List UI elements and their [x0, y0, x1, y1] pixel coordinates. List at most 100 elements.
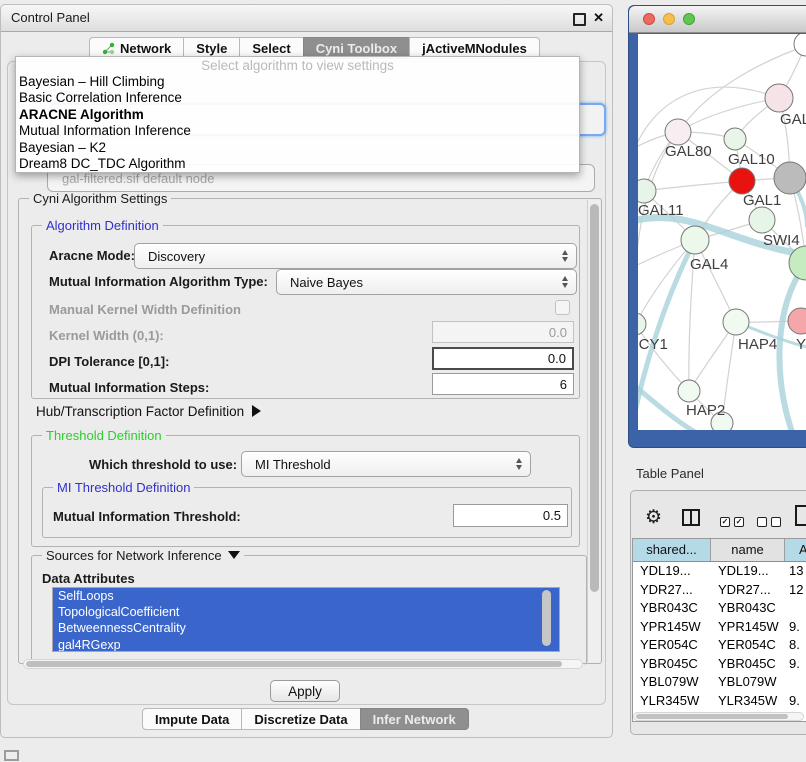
- mi-steps-label: Mutual Information Steps:: [49, 380, 209, 395]
- expander-expanded-icon: [228, 551, 240, 559]
- mi-steps-input[interactable]: [432, 373, 574, 395]
- column-header-a[interactable]: A: [785, 539, 806, 561]
- table-horizontal-scrollbar-thumb[interactable]: [636, 714, 788, 719]
- column-header-name[interactable]: name: [711, 539, 785, 561]
- unselect-all-columns-icon[interactable]: [757, 513, 785, 531]
- settings-horizontal-scrollbar[interactable]: [23, 659, 583, 669]
- minimize-traffic-light-icon[interactable]: [663, 13, 675, 25]
- close-traffic-light-icon[interactable]: [643, 13, 655, 25]
- network-node-hap2[interactable]: [678, 380, 700, 402]
- tab-label: Style: [196, 41, 227, 56]
- table-cell: YDL19...: [633, 562, 711, 581]
- network-node-y[interactable]: [788, 308, 806, 334]
- table-cell: YPR145W: [633, 618, 711, 637]
- network-graph: GALGAL80GAL10GAL1GAL11SWI4GAL4GCY1HAP4YH…: [638, 34, 806, 430]
- aracne-mode-combobox[interactable]: Discovery: [134, 243, 577, 269]
- table-row[interactable]: YER054CYER054C8.: [633, 636, 806, 655]
- column-header-shared[interactable]: shared...: [633, 539, 711, 561]
- table-cell: YBR043C: [633, 599, 711, 618]
- dpi-tolerance-input[interactable]: [432, 347, 574, 370]
- table-cell: [785, 673, 806, 692]
- document-icon[interactable]: [795, 505, 806, 526]
- table-row[interactable]: YDL19...YDL19...13: [633, 562, 806, 581]
- tab-impute-data[interactable]: Impute Data: [142, 708, 242, 730]
- algorithm-option-mutual-information-inference[interactable]: Mutual Information Inference: [16, 123, 579, 139]
- settings-horizontal-scrollbar-thumb[interactable]: [26, 661, 562, 667]
- table-horizontal-scrollbar[interactable]: [633, 712, 804, 721]
- table-cell: YBL079W: [711, 673, 785, 692]
- node-table-combobox-value: gal-filtered.sif default node: [62, 171, 214, 186]
- sources-group: Sources for Network Inference Data Attri…: [31, 555, 587, 665]
- settings-gear-icon[interactable]: ⚙: [645, 506, 662, 529]
- collapsed-panel-icon[interactable]: [4, 750, 19, 761]
- float-window-icon[interactable]: [573, 13, 586, 26]
- table-panel-title: Table Panel: [636, 466, 704, 481]
- table-cell: YDR27...: [633, 581, 711, 600]
- algorithm-option-dream8-dc-tdc-algorithm[interactable]: Dream8 DC_TDC Algorithm: [16, 156, 579, 172]
- table-cell: [785, 599, 806, 618]
- kernel-width-input[interactable]: [432, 321, 574, 343]
- tab-label: Infer Network: [373, 712, 456, 727]
- network-node[interactable]: [774, 162, 806, 194]
- data-attributes-label: Data Attributes: [42, 571, 135, 586]
- which-threshold-combobox[interactable]: MI Threshold: [241, 451, 531, 477]
- apply-button[interactable]: Apply: [270, 680, 340, 702]
- network-node-hap4[interactable]: [723, 309, 749, 335]
- manual-kernel-width-checkbox[interactable]: [555, 300, 570, 315]
- sources-expander[interactable]: Sources for Network Inference: [42, 548, 244, 563]
- attributes-list-scrollbar-thumb[interactable]: [542, 590, 551, 646]
- table-cell: 8.: [785, 636, 806, 655]
- split-view-divider: [690, 511, 692, 524]
- table-cell: 12: [785, 581, 806, 600]
- tab-infer-network[interactable]: Infer Network: [360, 708, 469, 730]
- network-node[interactable]: [794, 34, 806, 56]
- attribute-item-topologicalcoefficient[interactable]: TopologicalCoefficient: [53, 604, 559, 620]
- threshold-definition-title: Threshold Definition: [42, 428, 166, 443]
- table-row[interactable]: YBL079WYBL079W: [633, 673, 806, 692]
- algorithm-option-basic-correlation-inference[interactable]: Basic Correlation Inference: [16, 90, 579, 106]
- hub-transcription-expander[interactable]: Hub/Transcription Factor Definition: [36, 404, 261, 419]
- settings-vertical-scrollbar[interactable]: [587, 200, 600, 662]
- mi-threshold-input[interactable]: [453, 504, 568, 527]
- algorithm-option-aracne-algorithm[interactable]: ARACNE Algorithm: [16, 107, 579, 123]
- data-attributes-list[interactable]: SelfLoopsTopologicalCoefficientBetweenne…: [52, 587, 560, 652]
- which-threshold-label: Which threshold to use:: [89, 457, 237, 472]
- table-row[interactable]: YBR043CYBR043C: [633, 599, 806, 618]
- network-node-gal80[interactable]: [665, 119, 691, 145]
- network-edge: [638, 324, 689, 391]
- algorithm-option-bayesian-k2[interactable]: Bayesian – K2: [16, 140, 579, 156]
- attribute-item-gal4rgexp[interactable]: gal4RGexp: [53, 637, 559, 652]
- network-node-gcy1[interactable]: [638, 313, 646, 335]
- unchecked-box-icon: [771, 517, 781, 527]
- tab-discretize-data[interactable]: Discretize Data: [241, 708, 360, 730]
- network-node-label: GAL80: [665, 143, 712, 160]
- network-node-gal1[interactable]: [729, 168, 755, 194]
- mi-algorithm-type-combobox[interactable]: Naive Bayes: [276, 269, 577, 295]
- threshold-definition-group: Threshold Definition Which threshold to …: [31, 435, 580, 547]
- mi-threshold-definition-group: MI Threshold Definition Mutual Informati…: [42, 487, 572, 538]
- network-node-gal4[interactable]: [681, 226, 709, 254]
- attribute-item-selfloops[interactable]: SelfLoops: [53, 588, 559, 604]
- popup-item-list: Bayesian – Hill ClimbingBasic Correlatio…: [16, 74, 579, 172]
- table-row[interactable]: YDR27...YDR27...12: [633, 581, 806, 600]
- network-node-swi4[interactable]: [749, 207, 775, 233]
- network-node-gal10[interactable]: [724, 128, 746, 150]
- network-node-gal[interactable]: [765, 84, 793, 112]
- table-row[interactable]: YPR145WYPR145W9.: [633, 618, 806, 637]
- table-cell: YDL19...: [711, 562, 785, 581]
- node-table: shared...nameA YDL19...YDL19...13YDR27..…: [632, 538, 806, 722]
- settings-vertical-scrollbar-thumb[interactable]: [590, 204, 599, 592]
- network-edge: [644, 181, 742, 191]
- algorithm-option-bayesian-hill-climbing[interactable]: Bayesian – Hill Climbing: [16, 74, 579, 90]
- tab-label: Network: [120, 41, 171, 56]
- network-canvas[interactable]: GALGAL80GAL10GAL1GAL11SWI4GAL4GCY1HAP4YH…: [638, 34, 806, 430]
- table-row[interactable]: YBR045CYBR045C9.: [633, 655, 806, 674]
- screenshot-root: Control Panel ✕ NetworkStyleSelectCyni T…: [0, 0, 806, 762]
- select-all-columns-icon[interactable]: ✓✓: [720, 513, 748, 531]
- table-row[interactable]: YLR345WYLR345W9.: [633, 692, 806, 711]
- table-cell: YBR045C: [633, 655, 711, 674]
- close-icon[interactable]: ✕: [593, 9, 604, 27]
- split-view-icon[interactable]: [682, 509, 700, 526]
- attribute-item-betweennesscentrality[interactable]: BetweennessCentrality: [53, 620, 559, 636]
- zoom-traffic-light-icon[interactable]: [683, 13, 695, 25]
